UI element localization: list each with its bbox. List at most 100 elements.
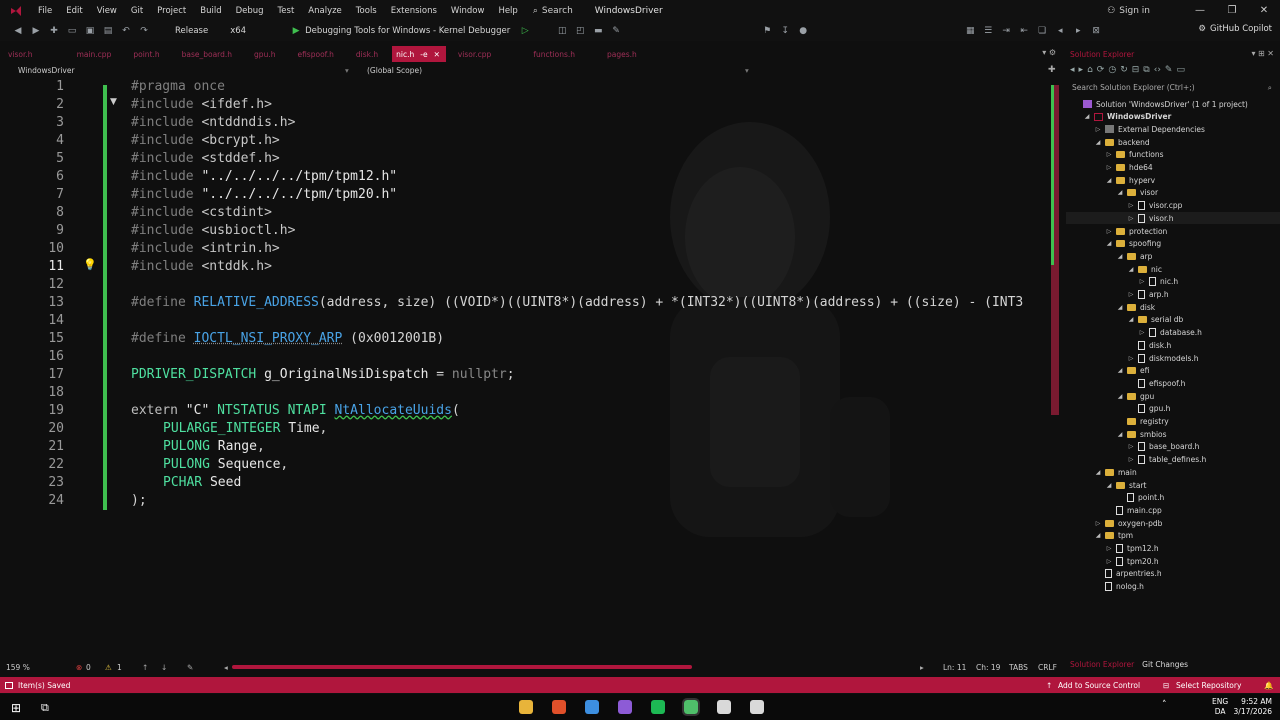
start-debug-icon[interactable]: ▶ xyxy=(288,24,304,38)
menu-debug[interactable]: Debug xyxy=(229,6,271,16)
warning-icon[interactable]: ⚠ xyxy=(105,663,112,672)
collapsed-arrow-icon[interactable]: ▷ xyxy=(1127,456,1135,463)
tree-item-efi[interactable]: ◢ efi xyxy=(1066,365,1150,377)
menu-git[interactable]: Git xyxy=(124,6,150,16)
zoom-dropdown[interactable]: 159 % xyxy=(6,663,30,672)
minimize-button[interactable]: — xyxy=(1184,5,1216,16)
tree-item-oxygen-pdb[interactable]: ▷ oxygen-pdb xyxy=(1066,517,1163,529)
view-code-icon[interactable]: ‹› xyxy=(1154,65,1161,77)
indent-icon[interactable]: ⇥ xyxy=(998,24,1014,38)
tab-efispoof-h[interactable]: efispoof.h xyxy=(289,46,347,62)
collapsed-arrow-icon[interactable]: ▷ xyxy=(1094,520,1102,527)
tab-functions-h[interactable]: functions.h xyxy=(525,46,589,62)
pending-changes-icon[interactable]: ◷ xyxy=(1108,65,1116,77)
tree-item-base-board-h[interactable]: ▷ base_board.h xyxy=(1066,441,1199,453)
search-box[interactable]: ⌕ Search xyxy=(533,6,573,16)
expanded-arrow-icon[interactable]: ◢ xyxy=(1116,189,1124,196)
back-icon[interactable]: ◂ xyxy=(1070,65,1075,77)
tree-item-main-cpp[interactable]: main.cpp xyxy=(1066,504,1162,516)
file-explorer-icon[interactable] xyxy=(519,700,533,714)
step-icon[interactable]: ↧ xyxy=(777,24,793,38)
expanded-arrow-icon[interactable]: ◢ xyxy=(1116,304,1124,311)
tab-main-cpp[interactable]: main.cpp xyxy=(69,46,126,62)
split-editor-icon[interactable]: ✚ xyxy=(1048,65,1056,75)
expanded-arrow-icon[interactable]: ◢ xyxy=(1105,177,1113,184)
collapsed-arrow-icon[interactable]: ▷ xyxy=(1105,151,1113,158)
windows-start-icon[interactable]: ⊞ xyxy=(11,701,21,715)
add-to-source-control-button[interactable]: Add to Source Control xyxy=(1058,681,1140,690)
vertical-scrollbar[interactable] xyxy=(1051,85,1059,415)
collapsed-arrow-icon[interactable]: ▷ xyxy=(1105,228,1113,235)
line-ending-indicator[interactable]: CRLF xyxy=(1038,663,1057,672)
tab-solution-explorer[interactable]: Solution Explorer xyxy=(1070,660,1134,669)
close-tab-icon[interactable]: ✕ xyxy=(434,50,440,59)
tree-item-hyperv[interactable]: ◢ hyperv xyxy=(1066,174,1155,186)
expanded-arrow-icon[interactable]: ◢ xyxy=(1094,139,1102,146)
pin-icon[interactable]: -e xyxy=(420,50,427,59)
brave-icon[interactable] xyxy=(552,700,566,714)
expanded-arrow-icon[interactable]: ◢ xyxy=(1127,316,1135,323)
collapsed-arrow-icon[interactable]: ▷ xyxy=(1105,164,1113,171)
configuration-dropdown[interactable]: Release xyxy=(175,26,208,36)
expanded-arrow-icon[interactable]: ◢ xyxy=(1116,253,1124,260)
bookmark-icon[interactable]: ❏ xyxy=(1034,24,1050,38)
start-without-debug-icon[interactable]: ▷ xyxy=(517,24,533,38)
outdent-icon[interactable]: ⇤ xyxy=(1016,24,1032,38)
redo-icon[interactable]: ↷ xyxy=(136,24,152,38)
tree-item-nic[interactable]: ◢ nic xyxy=(1066,263,1162,275)
collapsed-arrow-icon[interactable]: ▷ xyxy=(1138,329,1146,336)
tree-item-database-h[interactable]: ▷ database.h xyxy=(1066,327,1202,339)
save-all-icon[interactable]: ▤ xyxy=(100,24,116,38)
browser-link-icon[interactable]: ◫ xyxy=(554,24,570,38)
tree-item-functions[interactable]: ▷ functions xyxy=(1066,149,1164,161)
home-icon[interactable]: ⌂ xyxy=(1087,65,1093,77)
github-copilot-button[interactable]: ⚙ GitHub Copilot xyxy=(1198,24,1272,34)
scroll-right-icon[interactable]: ▸ xyxy=(920,663,924,672)
tree-item-nolog-h[interactable]: nolog.h xyxy=(1066,581,1144,593)
collapsed-arrow-icon[interactable]: ▷ xyxy=(1138,278,1146,285)
menu-view[interactable]: View xyxy=(90,6,124,16)
tool-icon[interactable]: ✎ xyxy=(608,24,624,38)
expanded-arrow-icon[interactable]: ◢ xyxy=(1083,113,1091,120)
notepad-icon[interactable] xyxy=(682,698,700,716)
indent-indicator[interactable]: TABS xyxy=(1009,663,1028,672)
collapsed-arrow-icon[interactable]: ▷ xyxy=(1127,443,1135,450)
menu-edit[interactable]: Edit xyxy=(59,6,89,16)
tree-item-nic-h[interactable]: ▷ nic.h xyxy=(1066,276,1178,288)
project-dropdown[interactable]: WindowsDriver xyxy=(18,66,75,75)
tree-item-disk-h[interactable]: disk.h xyxy=(1066,339,1171,351)
chevron-down-icon[interactable]: ▾ xyxy=(345,66,349,75)
forward-icon[interactable]: ▶ xyxy=(28,24,44,38)
tree-item-point-h[interactable]: point.h xyxy=(1066,492,1164,504)
tab-base-board-h[interactable]: base_board.h xyxy=(174,46,246,62)
panel-controls-icon[interactable]: ▾ ⊞ ✕ xyxy=(1251,49,1274,58)
language-indicator[interactable]: ENG DA xyxy=(1212,697,1228,717)
expanded-arrow-icon[interactable]: ◢ xyxy=(1116,393,1124,400)
pin-toolbar-icon[interactable]: ⚑ xyxy=(759,24,775,38)
app-7-icon[interactable] xyxy=(717,700,731,714)
spotify-icon[interactable] xyxy=(651,700,665,714)
expanded-arrow-icon[interactable]: ◢ xyxy=(1127,266,1135,273)
scroll-left-icon[interactable]: ◂ xyxy=(224,663,228,672)
solution-search-input[interactable]: Search Solution Explorer (Ctrl+;) ⌕ xyxy=(1072,83,1272,93)
tab-disk-h[interactable]: disk.h xyxy=(348,46,392,62)
line-indicator[interactable]: Ln: 11 xyxy=(943,663,966,672)
expanded-arrow-icon[interactable]: ◢ xyxy=(1105,240,1113,247)
tree-item-spoofing[interactable]: ◢ spoofing xyxy=(1066,238,1161,250)
expanded-arrow-icon[interactable]: ◢ xyxy=(1116,431,1124,438)
tree-item-hde64[interactable]: ▷ hde64 xyxy=(1066,162,1153,174)
tree-item-tpm20-h[interactable]: ▷ tpm20.h xyxy=(1066,555,1159,567)
tree-item-registry[interactable]: registry xyxy=(1066,416,1169,428)
visual-studio-icon[interactable] xyxy=(618,700,632,714)
tree-item-backend[interactable]: ◢ backend xyxy=(1066,136,1150,148)
save-icon[interactable]: ▣ xyxy=(82,24,98,38)
tree-item-serial-db[interactable]: ◢ serial db xyxy=(1066,314,1184,326)
menu-tools[interactable]: Tools xyxy=(349,6,384,16)
down-arrow-icon[interactable]: ↓ xyxy=(161,663,167,672)
expanded-arrow-icon[interactable]: ◢ xyxy=(1105,482,1113,489)
tree-item-visor[interactable]: ◢ visor xyxy=(1066,187,1158,199)
notifications-icon[interactable]: 🔔 xyxy=(1264,681,1273,690)
up-arrow-icon[interactable]: ↑ xyxy=(142,663,148,672)
menu-help[interactable]: Help xyxy=(491,6,524,16)
tree-item-tpm12-h[interactable]: ▷ tpm12.h xyxy=(1066,543,1159,555)
